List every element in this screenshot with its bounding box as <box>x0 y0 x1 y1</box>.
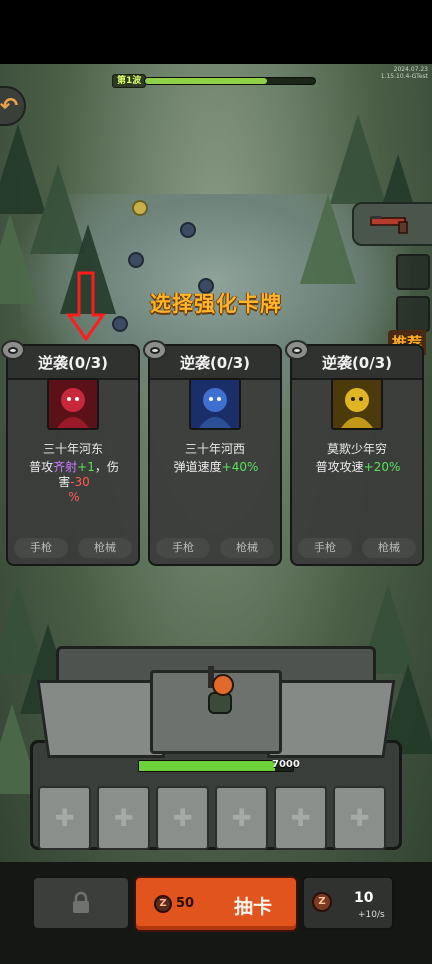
tag-firearm: 枪械 <box>220 538 274 558</box>
enemy-monster <box>128 252 144 268</box>
upgrade-card-1[interactable]: 逆袭(0/3) 三十年河东 普攻齐射+1，伤害-30% 手枪 枪械 <box>1 340 140 566</box>
wave-label: 第1波 <box>112 74 147 88</box>
eye-icon[interactable] <box>1 340 25 360</box>
upgrade-card-3[interactable]: 逆袭(0/3) 莫欺少年穷 普攻攻速+20% 手枪 枪械 <box>285 340 424 566</box>
resource-value: 10 <box>354 890 374 906</box>
tag-pistol: 手枪 <box>14 538 68 558</box>
desc-value: +1 <box>77 460 95 474</box>
version-text: 2024.07.23 1.15.10.4-GTest <box>381 66 428 80</box>
desc-value: +40% <box>221 460 259 474</box>
resource-display: Z 10 +10/s <box>302 876 394 930</box>
select-card-title: 选择强化卡牌 <box>150 292 282 316</box>
eye-icon[interactable] <box>285 340 309 360</box>
card-tags: 手枪 枪械 <box>14 538 132 558</box>
hp-fill <box>139 761 275 771</box>
card-slot[interactable]: ✚ <box>333 786 386 850</box>
tag-firearm: 枪械 <box>362 538 416 558</box>
plus-icon: ✚ <box>54 804 75 832</box>
card-description: 弹道速度+40% <box>156 460 276 475</box>
plus-icon: ✚ <box>349 804 370 832</box>
draw-card-button[interactable]: Z 50 抽卡 <box>134 876 298 932</box>
desc-value: -30 <box>70 475 90 489</box>
desc-value: +20% <box>363 460 401 474</box>
card-tags: 手枪 枪械 <box>298 538 416 558</box>
card-slot[interactable]: ✚ <box>38 786 91 850</box>
desc-text: 普攻攻速 <box>315 460 364 474</box>
card-name: 三十年河西 <box>184 442 245 456</box>
version-line: 1.15.10.4-GTest <box>380 73 428 80</box>
card-slot[interactable]: ✚ <box>215 786 268 850</box>
eye-icon[interactable] <box>143 340 167 360</box>
fortress-right-wing <box>266 680 396 758</box>
hp-value: 7000 <box>272 759 300 770</box>
coin-icon: Z <box>154 895 172 913</box>
card-slot[interactable]: ✚ <box>156 786 209 850</box>
player-soldier <box>204 666 238 718</box>
resource-rate: +10/s <box>358 910 385 920</box>
back-arrow-icon: ↶ <box>0 93 19 119</box>
draw-cost: 50 <box>176 896 195 911</box>
draw-label: 抽卡 <box>234 896 273 918</box>
plus-icon: ✚ <box>172 804 193 832</box>
gun-icon <box>370 216 408 234</box>
status-bar-area <box>0 0 432 64</box>
tag-pistol: 手枪 <box>298 538 352 558</box>
card-title: 逆袭(0/3) <box>150 346 280 380</box>
enemy-monster <box>132 200 148 216</box>
desc-highlight: 齐射 <box>53 460 78 474</box>
upgrade-card-2[interactable]: 逆袭(0/3) 三十年河西 弹道速度+40% 手枪 枪械 <box>143 340 282 566</box>
plus-icon: ✚ <box>231 804 252 832</box>
card-portrait <box>47 378 99 430</box>
card-name: 莫欺少年穷 <box>326 442 387 456</box>
card-portrait <box>331 378 383 430</box>
wave-fill <box>145 78 268 84</box>
desc-text: 弹道速度 <box>173 460 222 474</box>
wave-progress: 第1波 <box>112 74 316 88</box>
tag-firearm: 枪械 <box>78 538 132 558</box>
card-portrait <box>189 378 241 430</box>
card-description: 普攻齐射+1，伤害-30% <box>14 460 134 505</box>
lock-button[interactable] <box>32 876 130 930</box>
card-title: 逆袭(0/3) <box>292 346 422 380</box>
desc-text: 普攻 <box>29 460 54 474</box>
wave-track <box>144 77 316 85</box>
card-name: 三十年河东 <box>42 442 103 456</box>
fortress-left-wing <box>36 680 166 758</box>
version-line: 2024.07.23 <box>393 66 428 73</box>
plus-icon: ✚ <box>290 804 311 832</box>
enemy-monster <box>112 316 128 332</box>
card-tags: 手枪 枪械 <box>156 538 274 558</box>
card-slot[interactable]: ✚ <box>274 786 327 850</box>
tree <box>300 194 356 284</box>
weapon-slot-gun[interactable] <box>352 202 432 246</box>
lock-icon <box>73 891 89 913</box>
enemy-monster <box>180 222 196 238</box>
card-description: 普攻攻速+20% <box>298 460 418 475</box>
card-title: 逆袭(0/3) <box>8 346 138 380</box>
coin-icon: Z <box>312 892 332 912</box>
fortress-hp-bar <box>138 760 294 772</box>
desc-value: % <box>68 490 80 504</box>
card-slot[interactable]: ✚ <box>97 786 150 850</box>
side-slot[interactable] <box>396 254 430 290</box>
plus-icon: ✚ <box>113 804 134 832</box>
tag-pistol: 手枪 <box>156 538 210 558</box>
